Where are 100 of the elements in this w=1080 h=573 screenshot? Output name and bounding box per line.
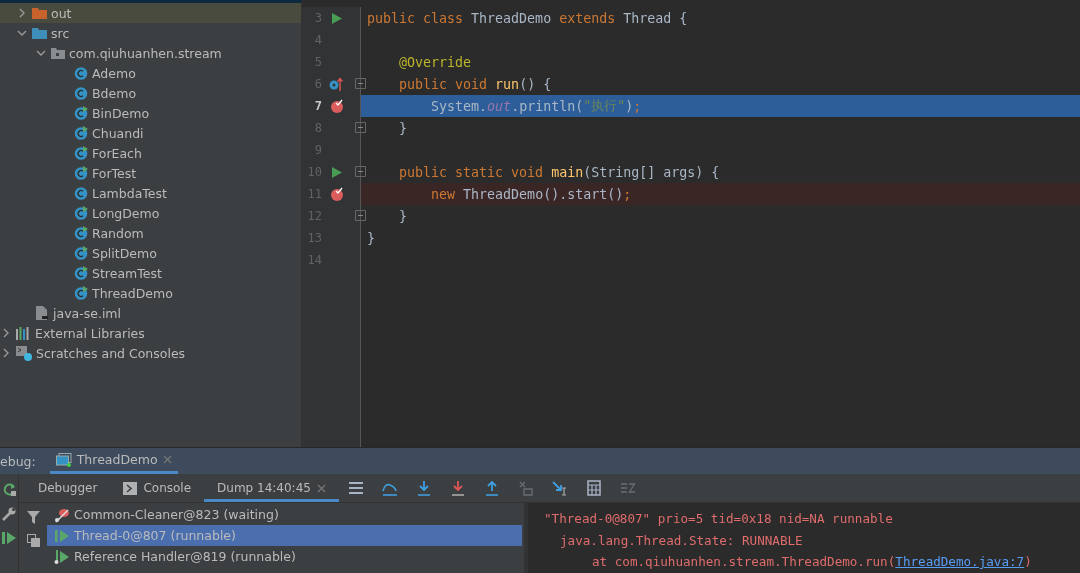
code-token: .println( — [511, 98, 584, 114]
code-token: ; — [623, 186, 632, 202]
thread-waiting-icon — [54, 506, 70, 523]
code-token: System. — [430, 98, 488, 114]
breakpoint-icon[interactable] — [330, 99, 344, 113]
debug-label: ebug: — [0, 453, 36, 469]
tree-row[interactable]: BinDemo — [0, 103, 301, 123]
tree-label: Ademo — [92, 65, 136, 81]
code-token: () { — [519, 76, 552, 92]
tree-row[interactable]: ForTest — [0, 163, 301, 183]
tree-row[interactable]: SplitDemo — [0, 243, 301, 263]
force-step-into-icon[interactable] — [449, 480, 466, 496]
run-icon[interactable] — [332, 12, 342, 24]
thread-row[interactable]: Common-Cleaner@823 (waiting) — [47, 504, 522, 525]
thread-label: Thread-0@807 (runnable) — [74, 528, 236, 543]
tree-label: Random — [92, 225, 144, 241]
code-token: ThreadDemo().start() — [463, 186, 624, 202]
debug-tab[interactable]: Debugger — [25, 474, 111, 502]
tree-row[interactable]: Ademo — [0, 63, 301, 83]
tree-row[interactable]: src — [0, 23, 301, 43]
wrench-icon[interactable] — [2, 507, 16, 521]
scratches-icon — [16, 345, 32, 361]
step-into-icon[interactable] — [415, 480, 432, 496]
menu-icon[interactable] — [347, 480, 364, 496]
dump-text: ) — [1024, 554, 1032, 570]
tree-label: java-se.iml — [53, 305, 121, 321]
code-token: ThreadDemo — [471, 10, 553, 26]
dump-text: at com.qiuhuanhen.stream.ThreadDemo.run( — [592, 554, 896, 570]
thread-label: Reference Handler@819 (runnable) — [74, 549, 296, 564]
window-icon — [55, 452, 72, 467]
close-icon[interactable] — [162, 455, 172, 464]
folder-icon — [32, 27, 47, 39]
filter-icon[interactable] — [26, 511, 40, 524]
line-number: 7 — [313, 99, 322, 113]
calculator-icon[interactable] — [585, 480, 602, 496]
tree-row[interactable]: ThreadDemo — [0, 283, 301, 303]
source-link[interactable]: ThreadDemo.java:7 — [895, 554, 1025, 570]
dump-text: java.lang.Thread.State: RUNNABLE — [560, 532, 803, 548]
tree-row[interactable]: Chuandi — [0, 123, 301, 143]
thread-daemon-icon — [54, 548, 70, 565]
folder-icon — [32, 7, 47, 19]
code-token: new — [430, 186, 457, 202]
thread-label: Common-Cleaner@823 (waiting) — [74, 507, 279, 522]
run-icon[interactable] — [332, 166, 342, 178]
tree-label: Scratches and Consoles — [36, 345, 186, 361]
tree-row[interactable]: ForEach — [0, 143, 301, 163]
libraries-icon — [16, 326, 31, 340]
code-token: extends — [559, 10, 617, 26]
thread-running-icon — [54, 527, 70, 544]
step-out-icon[interactable] — [483, 480, 500, 496]
tree-label: com.qiuhuanhen.stream — [69, 45, 222, 61]
tree-label: src — [51, 25, 70, 41]
fold-icon[interactable] — [355, 210, 366, 221]
override-icon[interactable] — [329, 77, 343, 91]
fold-icon[interactable] — [355, 78, 366, 89]
tree-row[interactable]: com.qiuhuanhen.stream — [0, 43, 301, 63]
tree-label: ThreadDemo — [92, 285, 173, 301]
tree-row[interactable]: StreamTest — [0, 263, 301, 283]
code-token: public static void — [398, 164, 545, 180]
tree-label: Chuandi — [92, 125, 144, 141]
code-token: run — [495, 76, 520, 92]
tree-label: SplitDemo — [92, 245, 157, 261]
tree-row[interactable]: out — [0, 3, 301, 23]
tree-label: LongDemo — [92, 205, 160, 221]
tree-row[interactable]: Scratches and Consoles — [0, 343, 301, 363]
fold-icon[interactable] — [355, 122, 366, 133]
console-icon — [123, 481, 138, 495]
code-token: Thread { — [623, 10, 688, 26]
fold-icon[interactable] — [355, 166, 366, 177]
breakpoint-icon[interactable] — [330, 187, 344, 201]
close-icon[interactable] — [316, 483, 326, 493]
tree-row[interactable]: LongDemo — [0, 203, 301, 223]
tree-label: out — [51, 5, 72, 21]
code-token: ) — [625, 98, 634, 114]
code-token: @Override — [398, 54, 472, 70]
tree-row[interactable]: LambdaTest — [0, 183, 301, 203]
dump-text: "Thread-0@807" prio=5 tid=0x18 nid=NA runnable — [544, 511, 893, 527]
tree-row[interactable]: java-se.iml — [0, 303, 301, 323]
debug-tab[interactable]: Console — [110, 474, 205, 502]
file-icon — [36, 306, 49, 320]
tree-row[interactable]: Random — [0, 223, 301, 243]
code-token: } — [367, 230, 375, 246]
code-token: public void — [398, 76, 489, 92]
tree-row[interactable]: External Libraries — [0, 323, 301, 343]
tree-label: ForTest — [92, 165, 137, 181]
code-token: out — [487, 98, 512, 114]
copy-icon[interactable] — [26, 534, 40, 547]
code-token: } — [398, 208, 408, 224]
code-token: public class — [367, 10, 465, 26]
resume-icon[interactable] — [2, 531, 16, 545]
rerun-icon[interactable] — [1, 482, 17, 497]
thread-row[interactable]: Reference Handler@819 (runnable) — [47, 546, 522, 567]
tree-row[interactable]: Bdemo — [0, 83, 301, 103]
code-token: "执行" — [583, 97, 626, 115]
package-icon — [51, 47, 65, 59]
tree-label: BinDemo — [92, 105, 150, 121]
tree-label: ForEach — [92, 145, 142, 161]
run-to-cursor-icon[interactable] — [551, 480, 568, 496]
code-token: } — [398, 120, 408, 136]
code-token: ; — [633, 98, 642, 114]
